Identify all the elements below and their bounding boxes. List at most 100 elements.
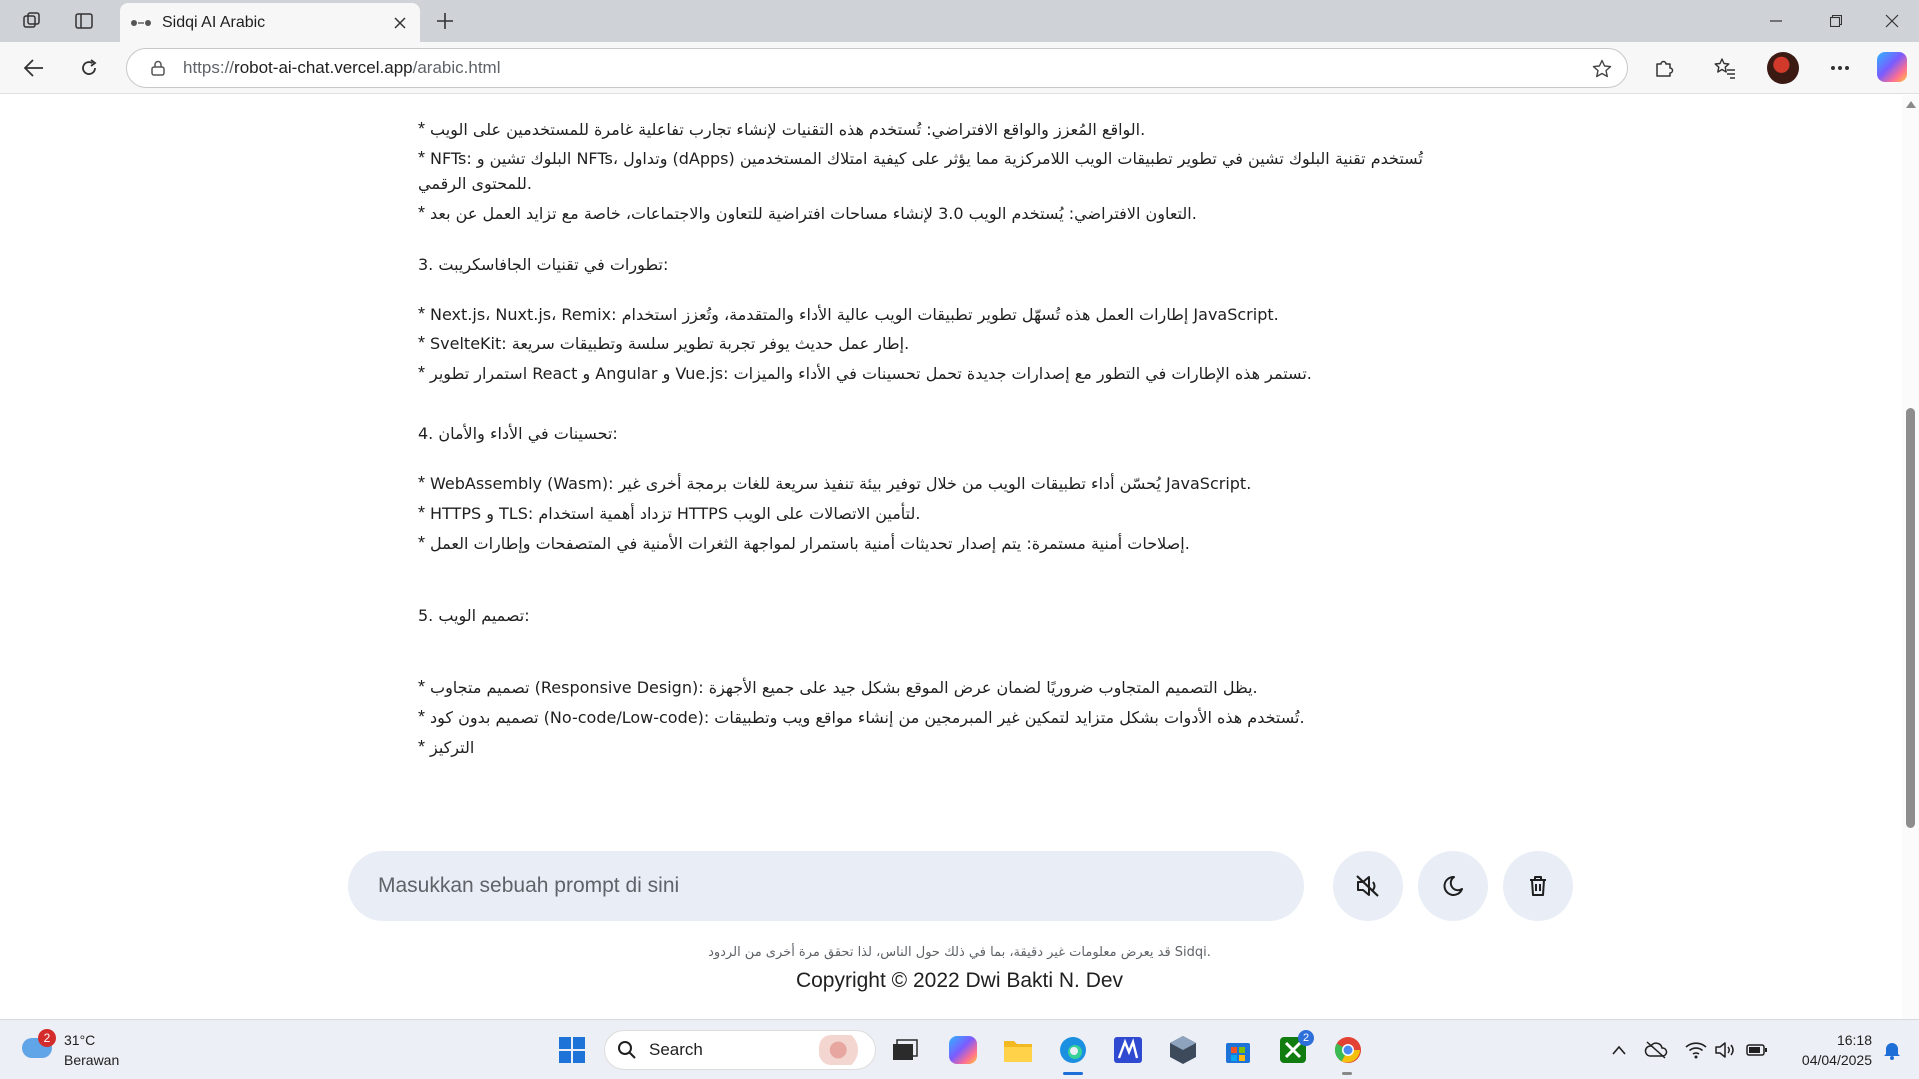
temperature: 31°C bbox=[64, 1032, 96, 1048]
navigation-bar: https://robot-ai-chat.vercel.app/arabic.… bbox=[0, 42, 1919, 94]
response-line: * تصميم بدون كود (No-code/Low-code): تُس… bbox=[418, 705, 1305, 730]
copilot-icon[interactable] bbox=[1877, 52, 1907, 82]
response-line: 3. تطورات في تقنيات الجافاسكريبت: bbox=[418, 252, 668, 277]
response-text: استمرار تطوير React و Angular و Vue.js: … bbox=[430, 364, 1312, 383]
weather-condition: Berawan bbox=[64, 1052, 120, 1068]
taskbar: 2 31°C Berawan Search 2 16:18 04/04/2025 bbox=[0, 1019, 1919, 1079]
app-icon-hexagon[interactable] bbox=[1165, 1032, 1201, 1068]
address-bar[interactable]: https://robot-ai-chat.vercel.app/arabic.… bbox=[126, 48, 1628, 88]
bullet-marker: * bbox=[418, 203, 431, 223]
volume-icon[interactable] bbox=[1713, 1038, 1737, 1062]
running-app-indicator bbox=[1342, 1072, 1352, 1075]
scrollbar-thumb[interactable] bbox=[1906, 408, 1915, 828]
bullet-marker: * bbox=[418, 707, 431, 727]
response-text: للمحتوى الرقمي. bbox=[418, 174, 532, 193]
response-line: للمحتوى الرقمي. bbox=[418, 171, 532, 196]
response-line: * Next.js، Nuxt.js، Remix: إطارات العمل … bbox=[418, 302, 1279, 327]
vertical-scrollbar[interactable] bbox=[1902, 95, 1919, 1019]
clock-date: 04/04/2025 bbox=[1801, 1052, 1872, 1068]
favorites-icon[interactable] bbox=[1708, 51, 1742, 85]
response-line: * إصلاحات أمنية مستمرة: يتم إصدار تحديثا… bbox=[418, 531, 1190, 556]
response-text: 4. تحسينات في الأداء والأمان: bbox=[418, 424, 618, 443]
battery-icon[interactable] bbox=[1745, 1038, 1769, 1062]
response-text: 3. تطورات في تقنيات الجافاسكريبت: bbox=[418, 255, 669, 274]
profile-avatar[interactable] bbox=[1767, 52, 1799, 84]
file-explorer-icon[interactable] bbox=[1000, 1032, 1036, 1068]
taskbar-search[interactable]: Search bbox=[604, 1030, 876, 1070]
trash-icon bbox=[1530, 876, 1546, 896]
close-window-icon[interactable] bbox=[1862, 0, 1919, 42]
windows-logo-icon bbox=[559, 1037, 585, 1063]
speaker-muted-icon bbox=[1356, 875, 1379, 897]
start-button[interactable] bbox=[554, 1032, 590, 1068]
prompt-field[interactable] bbox=[348, 851, 1304, 921]
active-app-indicator bbox=[1063, 1072, 1083, 1075]
response-text: تصميم بدون كود (No-code/Low-code): تُستخ… bbox=[430, 708, 1305, 727]
url-text: https://robot-ai-chat.vercel.app/arabic.… bbox=[183, 58, 501, 77]
copilot-app-icon[interactable] bbox=[945, 1032, 981, 1068]
show-hidden-icons-chevron-icon[interactable] bbox=[1607, 1038, 1631, 1062]
response-text: الواقع المُعزز والواقع الافتراضي: تُستخد… bbox=[430, 120, 1146, 139]
wifi-icon[interactable] bbox=[1684, 1038, 1708, 1062]
close-tab-icon[interactable] bbox=[390, 13, 410, 33]
copyright-text: Copyright © 2022 Dwi Bakti N. Dev bbox=[795, 969, 1124, 992]
bullet-marker: * bbox=[418, 304, 431, 324]
bullet-marker: * bbox=[418, 473, 431, 493]
response-text: HTTPS و TLS: تزداد أهمية استخدام HTTPS ل… bbox=[430, 504, 921, 523]
bullet-marker: * bbox=[418, 737, 431, 757]
notifications-bell-icon[interactable] bbox=[1880, 1038, 1904, 1062]
response-line: 5. تصميم الويب: bbox=[418, 603, 530, 628]
response-line: * SvelteKit: إطار عمل حديث يوفر تجربة تط… bbox=[418, 331, 909, 356]
response-line: * استمرار تطوير React و Angular و Vue.js… bbox=[418, 361, 1312, 386]
scroll-up-arrow-icon[interactable] bbox=[1906, 101, 1916, 108]
tab-actions-icon[interactable] bbox=[67, 6, 101, 36]
site-info-icon[interactable] bbox=[149, 59, 167, 77]
mute-button[interactable] bbox=[1333, 851, 1403, 921]
bullet-marker: * bbox=[418, 363, 431, 383]
favorite-star-icon[interactable] bbox=[1591, 58, 1613, 80]
response-line: 4. تحسينات في الأداء والأمان: bbox=[418, 421, 618, 446]
response-text: التركيز bbox=[430, 738, 475, 757]
delete-chat-button[interactable] bbox=[1503, 851, 1573, 921]
prompt-input[interactable] bbox=[378, 874, 1304, 898]
bullet-marker: * bbox=[418, 503, 431, 523]
task-view-icon[interactable] bbox=[887, 1032, 923, 1068]
response-text: التعاون الافتراضي: يُستخدم الويب 3.0 لإن… bbox=[430, 204, 1197, 223]
back-arrow-icon[interactable] bbox=[17, 51, 51, 85]
disclaimer-text: قد يعرض معلومات غير دقيقة، بما في ذلك حو… bbox=[708, 945, 1211, 960]
response-line: * تصميم متجاوب (Responsive Design): يظل … bbox=[418, 675, 1258, 700]
refresh-icon[interactable] bbox=[72, 51, 106, 85]
microsoft-store-icon[interactable] bbox=[1220, 1032, 1256, 1068]
weather-badge: 2 bbox=[38, 1029, 56, 1047]
workspaces-icon[interactable] bbox=[15, 6, 49, 36]
response-text: 5. تصميم الويب: bbox=[418, 606, 530, 625]
search-label: Search bbox=[649, 1040, 703, 1059]
edge-browser-icon[interactable] bbox=[1055, 1032, 1091, 1068]
tab-strip: Sidqi AI Arabic bbox=[0, 0, 1919, 42]
minimize-icon[interactable] bbox=[1746, 0, 1806, 42]
response-line: * التركيز bbox=[418, 735, 474, 760]
more-options-icon[interactable] bbox=[1823, 51, 1857, 85]
weather-widget[interactable]: 2 31°C Berawan bbox=[18, 1028, 138, 1072]
response-line: * NFTs: البلوك تشين و NFTs، وتداول (dApp… bbox=[418, 146, 1423, 171]
search-icon bbox=[618, 1041, 636, 1059]
app-icon-blue-m[interactable] bbox=[1110, 1032, 1146, 1068]
restore-icon[interactable] bbox=[1806, 0, 1866, 42]
response-text: Next.js، Nuxt.js، Remix: إطارات العمل هذ… bbox=[430, 305, 1279, 324]
xbox-badge: 2 bbox=[1298, 1030, 1314, 1046]
clock-time: 16:18 bbox=[1836, 1032, 1872, 1048]
response-text: تصميم متجاوب (Responsive Design): يظل ال… bbox=[430, 678, 1258, 697]
chrome-icon[interactable] bbox=[1330, 1032, 1366, 1068]
new-tab-icon[interactable] bbox=[428, 6, 462, 36]
response-text: إصلاحات أمنية مستمرة: يتم إصدار تحديثات … bbox=[430, 534, 1190, 553]
response-text: SvelteKit: إطار عمل حديث يوفر تجربة تطوي… bbox=[430, 334, 910, 353]
browser-tab[interactable]: Sidqi AI Arabic bbox=[120, 3, 420, 42]
response-line: * الواقع المُعزز والواقع الافتراضي: تُست… bbox=[418, 117, 1145, 142]
extensions-puzzle-icon[interactable] bbox=[1647, 51, 1681, 85]
dark-mode-button[interactable] bbox=[1418, 851, 1488, 921]
onedrive-offline-icon[interactable] bbox=[1644, 1038, 1668, 1062]
response-line: * HTTPS و TLS: تزداد أهمية استخدام HTTPS… bbox=[418, 501, 920, 526]
response-line: * التعاون الافتراضي: يُستخدم الويب 3.0 ل… bbox=[418, 201, 1197, 226]
moon-icon bbox=[1443, 875, 1463, 896]
system-clock[interactable]: 16:18 04/04/2025 bbox=[1772, 1030, 1872, 1070]
